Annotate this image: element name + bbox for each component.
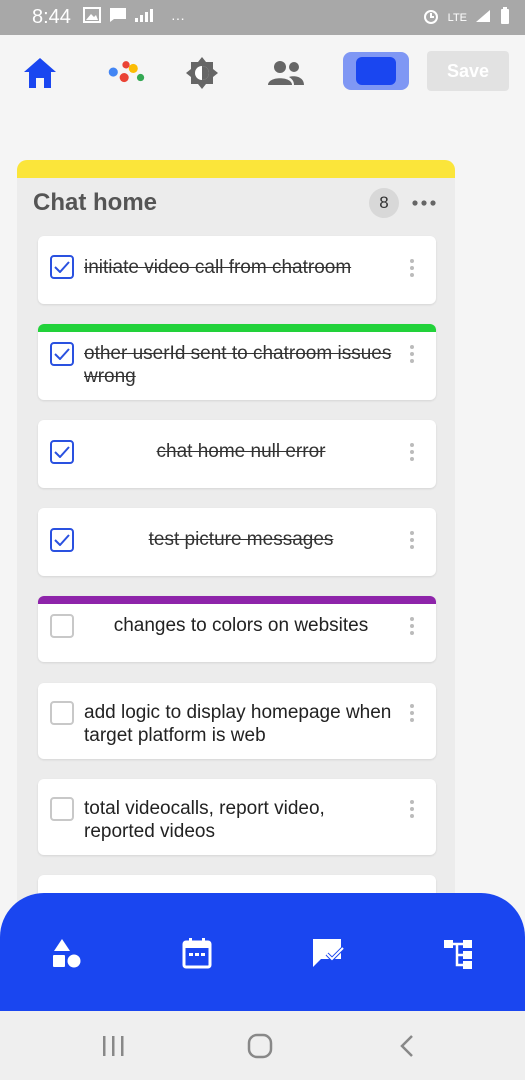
system-nav-bar (0, 1011, 525, 1080)
more-vertical-icon[interactable] (402, 528, 422, 552)
home-icon[interactable] (20, 53, 60, 93)
column-title: Chat home (33, 189, 158, 216)
task-checkbox[interactable] (50, 440, 74, 464)
toggle-knob (356, 57, 396, 85)
more-vertical-icon[interactable] (402, 614, 422, 638)
count-badge: 8 (369, 188, 399, 218)
gallery-icon (82, 7, 101, 28)
cell-signal-icon (475, 9, 491, 26)
task-checkbox[interactable] (50, 701, 74, 725)
task-text: test picture messages (148, 529, 334, 550)
task-text: total videocalls, report video, reported… (84, 798, 325, 842)
task-card[interactable]: add logic to display homepage when targe… (38, 683, 436, 759)
alarm-icon (422, 7, 440, 28)
task-card[interactable]: other userId sent to chatroom issues wro… (38, 324, 436, 400)
task-card[interactable]: initiate video call from chatroom (38, 236, 436, 304)
task-card[interactable]: total videocalls, report video, reported… (38, 779, 436, 855)
column-header: Chat home 8 (33, 188, 439, 218)
more-vertical-icon[interactable] (402, 342, 422, 366)
task-checkbox[interactable] (50, 614, 74, 638)
view-toggle[interactable] (343, 52, 409, 90)
shapes-icon[interactable] (48, 935, 84, 971)
save-button[interactable]: Save (427, 51, 509, 91)
task-checkbox[interactable] (50, 342, 74, 366)
task-text: changes to colors on websites (113, 615, 369, 636)
card-label-stripe (38, 596, 436, 604)
back-icon[interactable] (392, 1031, 422, 1061)
battery-icon (499, 7, 511, 28)
task-checkbox[interactable] (50, 528, 74, 552)
more-horizontal-icon[interactable] (409, 188, 439, 218)
message-icon (109, 7, 127, 28)
more-dots: ··· (170, 9, 185, 26)
network-label: LTE (447, 11, 467, 24)
task-text: other userId sent to chatroom issues wro… (84, 343, 392, 387)
more-vertical-icon[interactable] (402, 797, 422, 821)
recents-icon[interactable] (98, 1031, 128, 1061)
more-vertical-icon[interactable] (402, 256, 422, 280)
task-checkbox[interactable] (50, 797, 74, 821)
hierarchy-icon[interactable] (440, 935, 476, 971)
task-card[interactable]: test picture messages (38, 508, 436, 576)
brightness-icon[interactable] (182, 53, 222, 93)
status-time: 8:44 (32, 6, 71, 28)
people-icon[interactable] (266, 53, 306, 93)
column-color-bar (17, 160, 455, 178)
more-vertical-icon[interactable] (402, 701, 422, 725)
task-text: chat home null error (156, 441, 326, 462)
task-card[interactable]: chat home null error (38, 420, 436, 488)
top-toolbar: Save (0, 35, 525, 110)
chat-check-icon[interactable] (310, 935, 346, 971)
task-text: add logic to display homepage when targe… (84, 702, 392, 746)
bottom-nav (0, 893, 525, 1011)
status-bar: 8:44 ··· LTE (0, 0, 525, 35)
card-label-stripe (38, 324, 436, 332)
calendar-icon[interactable] (179, 935, 215, 971)
google-assistant-icon[interactable] (106, 53, 146, 93)
board-column: Chat home 8 initiate video call from cha… (17, 160, 455, 920)
status-right: LTE (422, 7, 511, 28)
task-checkbox[interactable] (50, 255, 74, 279)
task-text: initiate video call from chatroom (84, 257, 352, 278)
task-card[interactable]: changes to colors on websites (38, 596, 436, 662)
more-vertical-icon[interactable] (402, 440, 422, 464)
home-circle-icon[interactable] (245, 1031, 275, 1061)
signal-bars-icon (134, 8, 157, 27)
